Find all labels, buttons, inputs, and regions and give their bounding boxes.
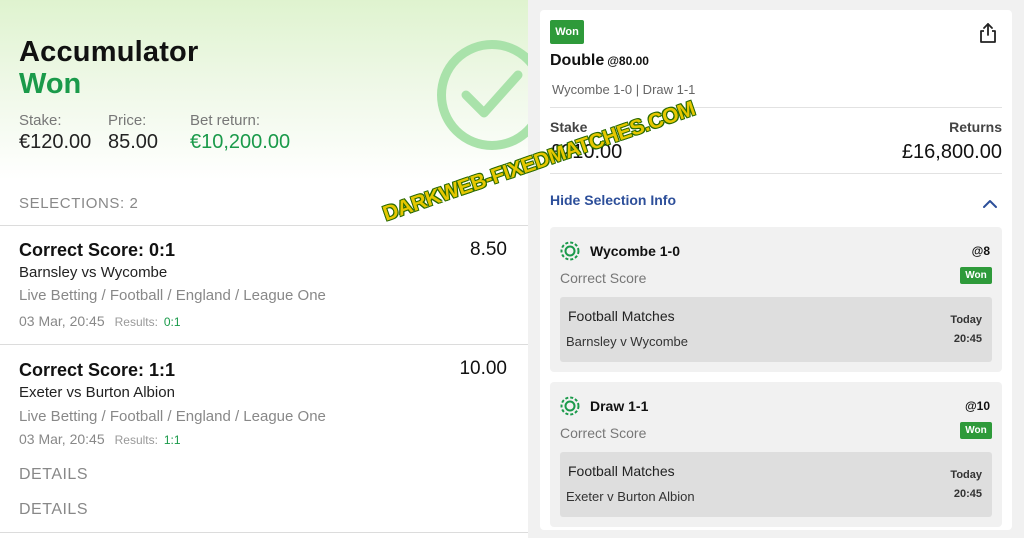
bet-type-row: Double @80.00 [550,52,649,70]
hide-selection-info-link[interactable]: Hide Selection Info [550,192,676,208]
leg-odds: @8 [971,244,990,258]
returns-value: £16,800.00 [901,141,1002,163]
results-value: 0:1 [163,315,181,329]
bet-card: Won Double @80.00 Wycombe 1-0 | Draw 1-1 … [540,10,1012,530]
check-circle-icon [437,40,528,150]
divider [0,532,528,533]
soccer-ball-icon [560,396,580,421]
share-icon[interactable] [978,22,998,49]
selections-count: SELECTIONS: 2 [19,195,139,212]
bet-return-value: €10,200.00 [190,131,291,153]
divider [0,225,528,226]
selection-title: Correct Score: 0:1 [19,240,176,260]
selection-date: 03 Mar, 20:45 [19,431,105,447]
leg-event: Exeter v Burton Albion [566,489,695,504]
selection-leg: Wycombe 1-0 @8 Correct Score Won Footbal… [550,227,1002,372]
leg-name: Wycombe 1-0 [590,243,680,259]
soccer-ball-icon [560,241,580,266]
results-label: Results: [114,433,158,447]
divider [550,173,1002,174]
bet-header: Accumulator Won Stake: €120.00 Price: 85… [0,0,528,180]
results-label: Results: [114,315,158,329]
selection-odds: 10.00 [459,358,507,379]
leg-name: Draw 1-1 [590,398,649,414]
selection-odds: 8.50 [470,239,507,260]
selection-path: Live Betting / Football / England / Leag… [19,408,326,425]
selection-title: Correct Score: 1:1 [19,360,176,380]
leg-time: 20:45 [953,333,982,345]
details-link[interactable]: DETAILS [19,501,88,519]
leg-odds: @10 [964,399,990,413]
divider [0,344,528,345]
leg-won-badge: Won [960,422,992,439]
selection-leg: Draw 1-1 @10 Correct Score Won Football … [550,382,1002,527]
stake-label: Stake: [19,112,62,129]
bet-return-label: Bet return: [190,112,261,129]
stake-label: Stake [550,119,588,135]
leg-market: Correct Score [560,425,647,441]
leg-event: Barnsley v Wycombe [566,334,688,349]
returns-label: Returns [949,119,1002,135]
selection-match: Barnsley vs Wycombe [19,264,168,281]
leg-won-badge: Won [960,267,992,284]
selection-date-row: 03 Mar, 20:45 Results: 1:1 [19,431,181,447]
price-label: Price: [108,112,147,129]
leg-event-box: Football Matches Exeter v Burton Albion … [560,452,992,517]
won-badge: Won [550,20,584,44]
divider [550,107,1002,108]
bet-receipt-panel: Won Double @80.00 Wycombe 1-0 | Draw 1-1 … [528,0,1024,538]
chevron-up-icon[interactable] [982,196,998,214]
selection-date-row: 03 Mar, 20:45 Results: 0:1 [19,313,181,329]
leg-market: Correct Score [560,270,647,286]
leg-competition: Football Matches [568,463,675,479]
leg-day: Today [950,469,982,481]
accumulator-panel: Accumulator Won Stake: €120.00 Price: 85… [0,0,528,538]
leg-competition: Football Matches [568,308,675,324]
selection-match: Exeter vs Burton Albion [19,384,175,401]
selection-path: Live Betting / Football / England / Leag… [19,287,326,304]
price-value: 85.00 [108,131,159,153]
stake-value: €120.00 [19,131,92,153]
legs-summary: Wycombe 1-0 | Draw 1-1 [552,82,696,97]
bet-type-title: Accumulator [19,36,199,68]
details-link[interactable]: DETAILS [19,466,88,484]
leg-time: 20:45 [953,488,982,500]
bet-price: @80.00 [607,54,649,68]
bet-type: Double [550,52,605,69]
selection-date: 03 Mar, 20:45 [19,313,105,329]
results-value: 1:1 [163,433,181,447]
leg-event-box: Football Matches Barnsley v Wycombe Toda… [560,297,992,362]
leg-day: Today [950,314,982,326]
bet-status: Won [19,68,82,100]
